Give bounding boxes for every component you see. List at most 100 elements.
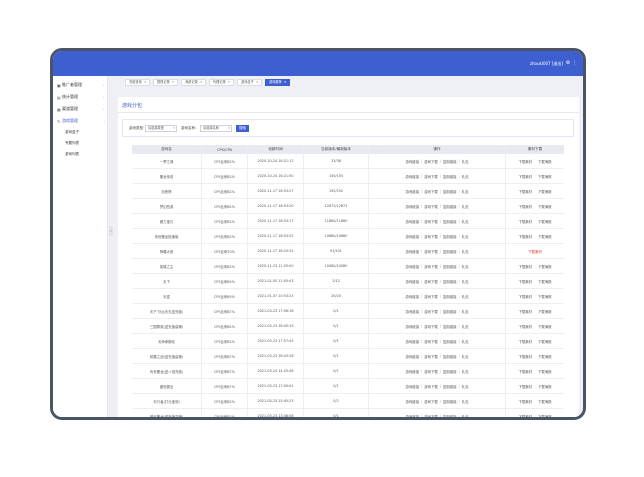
search-button[interactable]: 搜索 xyxy=(236,125,249,132)
gift-link[interactable]: 礼包 xyxy=(462,384,469,389)
gift-link[interactable]: 礼包 xyxy=(462,189,469,194)
game-download-link[interactable]: 游戏下载 xyxy=(424,219,438,224)
tab-withdraw[interactable]: 提现记录 × xyxy=(153,79,179,86)
download-poster-link[interactable]: 下载海报 xyxy=(538,219,552,224)
download-poster-link[interactable]: 下载海报 xyxy=(538,384,552,389)
download-material-link[interactable]: 下载素材 xyxy=(518,384,532,389)
copy-link[interactable]: 复制链接 xyxy=(443,174,457,179)
gift-link[interactable]: 礼包 xyxy=(462,324,469,329)
download-material-link[interactable]: 下载素材 xyxy=(518,339,532,344)
collapse-sidebar-handle[interactable]: ‹ xyxy=(109,226,113,236)
download-material-link[interactable]: 下载素材 xyxy=(518,369,532,374)
game-link[interactable]: 游戏链接 xyxy=(406,279,420,284)
close-icon[interactable]: × xyxy=(144,80,147,84)
close-icon[interactable]: × xyxy=(228,80,231,84)
copy-link[interactable]: 复制链接 xyxy=(443,414,457,418)
game-link[interactable]: 游戏链接 xyxy=(406,369,420,374)
game-download-link[interactable]: 游戏下载 xyxy=(424,414,438,418)
game-link[interactable]: 游戏链接 xyxy=(406,384,420,389)
copy-link[interactable]: 复制链接 xyxy=(443,384,457,389)
gift-link[interactable]: 礼包 xyxy=(462,159,469,164)
copy-link[interactable]: 复制链接 xyxy=(443,264,457,269)
sidebar-item-channels[interactable]: ▦ 渠道管理 › xyxy=(57,105,104,113)
download-material-link[interactable]: 下载素材 xyxy=(518,309,532,314)
copy-link[interactable]: 复制链接 xyxy=(443,234,457,239)
game-download-link[interactable]: 游戏下载 xyxy=(424,264,438,269)
download-material-link[interactable]: 下载素材 xyxy=(518,204,532,209)
game-link[interactable]: 游戏链接 xyxy=(406,324,420,329)
download-material-link[interactable]: 下载素材 xyxy=(518,294,532,299)
game-download-link[interactable]: 游戏下载 xyxy=(424,384,438,389)
copy-link[interactable]: 复制链接 xyxy=(443,369,457,374)
tab-recharge[interactable]: 充值查询 × xyxy=(125,79,151,86)
close-icon[interactable]: × xyxy=(284,80,287,84)
game-link[interactable]: 游戏链接 xyxy=(406,339,420,344)
download-material-link[interactable]: 下载素材 xyxy=(518,189,532,194)
download-poster-link[interactable]: 下载海报 xyxy=(538,414,552,418)
game-download-link[interactable]: 游戏下载 xyxy=(424,309,438,314)
copy-link[interactable]: 复制链接 xyxy=(443,309,457,314)
game-download-link[interactable]: 游戏下载 xyxy=(424,324,438,329)
game-link[interactable]: 游戏链接 xyxy=(406,264,420,269)
close-icon[interactable]: × xyxy=(256,80,259,84)
gift-link[interactable]: 礼包 xyxy=(462,399,469,404)
download-material-link[interactable]: 下载素材 xyxy=(518,234,532,239)
game-link[interactable]: 游戏链接 xyxy=(406,159,420,164)
download-poster-link[interactable]: 下载海报 xyxy=(538,204,552,209)
download-poster-link[interactable]: 下载海报 xyxy=(538,264,552,269)
game-link[interactable]: 游戏链接 xyxy=(406,294,420,299)
download-poster-link[interactable]: 下载海报 xyxy=(538,324,552,329)
download-poster-link[interactable]: 下载海报 xyxy=(538,174,552,179)
game-download-link[interactable]: 游戏下载 xyxy=(424,399,438,404)
download-poster-link[interactable]: 下载海报 xyxy=(538,399,552,404)
game-download-link[interactable]: 游戏下载 xyxy=(424,279,438,284)
game-link[interactable]: 游戏链接 xyxy=(406,174,420,179)
download-material-link[interactable]: 下载素材 xyxy=(518,354,532,359)
sidebar-subitem-topics[interactable]: 专题列表 xyxy=(65,141,79,146)
settings-icon[interactable]: ⚙ ⋮ xyxy=(566,60,577,66)
gift-link[interactable]: 礼包 xyxy=(462,279,469,284)
tab-gamebox[interactable]: 游戏盒子 × xyxy=(237,79,263,86)
sidebar-item-games[interactable]: ✎ 游戏管理 ⌄ xyxy=(57,117,106,125)
game-link[interactable]: 游戏链接 xyxy=(406,249,420,254)
gift-link[interactable]: 礼包 xyxy=(462,354,469,359)
download-poster-link[interactable]: 下载海报 xyxy=(538,339,552,344)
download-material-link[interactable]: 下载素材 xyxy=(518,279,532,284)
close-icon[interactable]: × xyxy=(200,80,203,84)
game-download-link[interactable]: 游戏下载 xyxy=(424,189,438,194)
download-poster-link[interactable]: 下载海报 xyxy=(538,369,552,374)
close-icon[interactable]: × xyxy=(172,80,175,84)
copy-link[interactable]: 复制链接 xyxy=(443,399,457,404)
sidebar-item-promoters[interactable]: ▣ 推广者管理 › xyxy=(57,81,104,89)
download-material-link[interactable]: 下载素材 xyxy=(518,264,532,269)
game-name-select[interactable]: 请选择名称 ▾ xyxy=(200,125,232,132)
tab-agent[interactable]: 代理记录 × xyxy=(209,79,235,86)
gift-link[interactable]: 礼包 xyxy=(462,174,469,179)
user-logout-link[interactable]: zhoukl007 [退出] xyxy=(530,61,563,67)
game-link[interactable]: 游戏链接 xyxy=(406,309,420,314)
copy-link[interactable]: 复制链接 xyxy=(443,159,457,164)
download-poster-link[interactable]: 下载海报 xyxy=(538,279,552,284)
game-link[interactable]: 游戏链接 xyxy=(406,189,420,194)
copy-link[interactable]: 复制链接 xyxy=(443,189,457,194)
sidebar-subitem-gamelist[interactable]: 游戏列表 xyxy=(65,152,79,157)
gift-link[interactable]: 礼包 xyxy=(462,219,469,224)
game-link[interactable]: 游戏链接 xyxy=(406,219,420,224)
gift-link[interactable]: 礼包 xyxy=(462,204,469,209)
game-link[interactable]: 游戏链接 xyxy=(406,204,420,209)
game-download-link[interactable]: 游戏下载 xyxy=(424,159,438,164)
copy-link[interactable]: 复制链接 xyxy=(443,204,457,209)
download-material-error[interactable]: 下载素材 xyxy=(528,249,542,254)
download-poster-link[interactable]: 下载海报 xyxy=(538,354,552,359)
game-download-link[interactable]: 游戏下载 xyxy=(424,174,438,179)
download-material-link[interactable]: 下载素材 xyxy=(518,174,532,179)
download-poster-link[interactable]: 下载海报 xyxy=(538,294,552,299)
game-download-link[interactable]: 游戏下载 xyxy=(424,354,438,359)
copy-link[interactable]: 复制链接 xyxy=(443,339,457,344)
game-link[interactable]: 游戏链接 xyxy=(406,414,420,418)
gift-link[interactable]: 礼包 xyxy=(462,369,469,374)
gift-link[interactable]: 礼包 xyxy=(462,339,469,344)
copy-link[interactable]: 复制链接 xyxy=(443,249,457,254)
copy-link[interactable]: 复制链接 xyxy=(443,324,457,329)
download-material-link[interactable]: 下载素材 xyxy=(518,159,532,164)
